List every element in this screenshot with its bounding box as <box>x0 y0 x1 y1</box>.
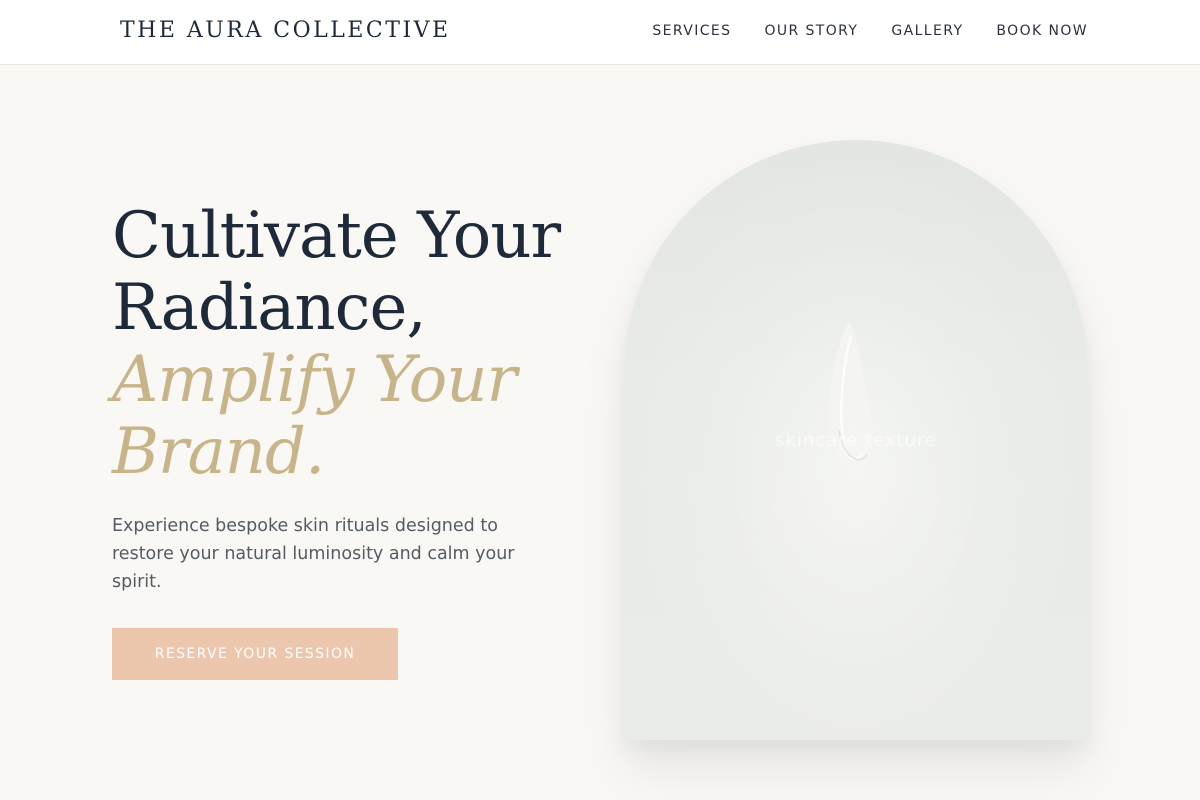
headline-line-2: Radiance, <box>112 271 427 345</box>
nav-services[interactable]: SERVICES <box>652 23 731 39</box>
cream-swipe-graphic <box>828 320 873 468</box>
nav-our-story[interactable]: OUR STORY <box>764 23 858 39</box>
brand-logo[interactable]: THE AURA COLLECTIVE <box>120 18 451 43</box>
reserve-session-button[interactable]: RESERVE YOUR SESSION <box>112 628 398 680</box>
headline-line-1: Cultivate Your <box>112 199 561 273</box>
main-nav: SERVICES OUR STORY GALLERY BOOK NOW <box>652 23 1088 39</box>
accent-line-1: Amplify Your <box>112 343 517 417</box>
accent-line-2: Brand. <box>112 415 325 489</box>
hero-description: Experience bespoke skin rituals designed… <box>112 516 515 592</box>
hero-headline: Cultivate Your Radiance, Amplify Your Br… <box>112 200 572 488</box>
hero-text: Cultivate Your Radiance, Amplify Your Br… <box>112 200 572 488</box>
nav-gallery[interactable]: GALLERY <box>891 23 963 39</box>
nav-book-now[interactable]: BOOK NOW <box>996 23 1088 39</box>
hero-image: skincare texture <box>624 140 1088 740</box>
site-header: THE AURA COLLECTIVE SERVICES OUR STORY G… <box>0 0 1200 65</box>
image-caption: skincare texture <box>775 430 937 451</box>
